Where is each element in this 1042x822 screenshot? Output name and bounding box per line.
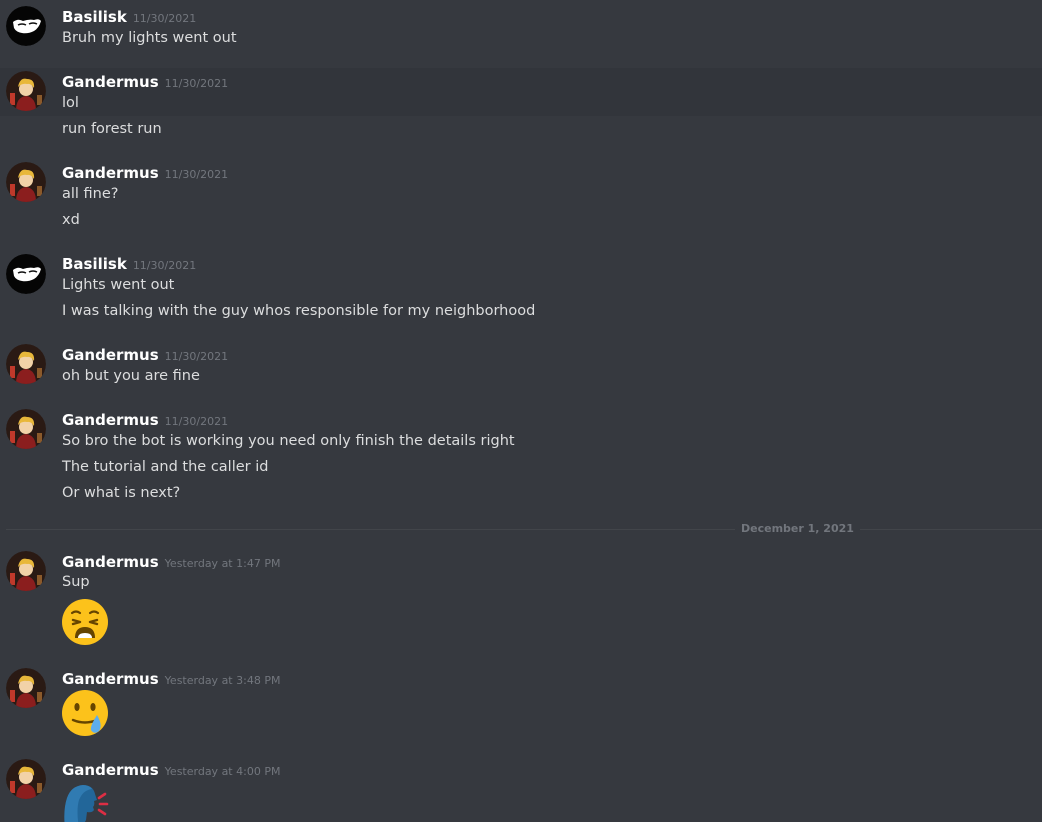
message-group: Gandermus Yesterday at 3:48 PM <box>0 664 1042 744</box>
avatar[interactable] <box>6 551 46 591</box>
avatar[interactable] <box>6 759 46 799</box>
author-name[interactable]: Basilisk <box>62 8 127 26</box>
author-name[interactable]: Gandermus <box>62 553 159 571</box>
message-text: oh but you are fine <box>62 368 200 384</box>
message-group: Gandermus Yesterday at 4:00 PM <box>0 755 1042 822</box>
avatar[interactable] <box>6 409 46 449</box>
date-divider-label: December 1, 2021 <box>735 522 860 536</box>
author-name[interactable]: Basilisk <box>62 255 127 273</box>
message-text: I was talking with the guy whos responsi… <box>62 303 536 319</box>
message-text: Or what is next? <box>62 485 181 501</box>
avatar[interactable] <box>6 6 46 46</box>
author-name[interactable]: Gandermus <box>62 761 159 779</box>
timestamp: 11/30/2021 <box>164 168 229 181</box>
message-text: lol <box>62 95 79 111</box>
message-group: Gandermus 11/30/2021 lol <box>0 68 1042 116</box>
avatar[interactable] <box>6 71 46 111</box>
author-name[interactable]: Gandermus <box>62 164 159 182</box>
avatar[interactable] <box>6 254 46 294</box>
speaking-head-emoji[interactable] <box>61 780 109 822</box>
timestamp: Yesterday at 3:48 PM <box>164 674 281 687</box>
avatar[interactable] <box>6 344 46 384</box>
timestamp: 11/30/2021 <box>164 350 229 363</box>
timestamp: Yesterday at 4:00 PM <box>164 765 281 778</box>
message-text: So bro the bot is working you need only … <box>62 433 515 449</box>
timestamp: 11/30/2021 <box>164 415 229 428</box>
message-group: Gandermus 11/30/2021 oh but you are fine <box>0 340 1042 396</box>
message-text: Bruh my lights went out <box>62 30 237 46</box>
message-group: Gandermus 11/30/2021 So bro the bot is wo… <box>0 405 1042 510</box>
timestamp: 11/30/2021 <box>132 259 197 272</box>
message-group: Gandermus 11/30/2021 all fine? xd <box>0 158 1042 238</box>
face-holding-back-tears-emoji[interactable] <box>61 689 109 737</box>
avatar[interactable] <box>6 162 46 202</box>
timestamp: 11/30/2021 <box>164 77 229 90</box>
message-group: Basilisk 11/30/2021 Lights went out I was… <box>0 249 1042 329</box>
author-name[interactable]: Gandermus <box>62 670 159 688</box>
message-group: Gandermus Yesterday at 1:47 PM Sup <box>0 547 1042 657</box>
message-text: all fine? <box>62 186 119 202</box>
weary-face-emoji[interactable] <box>61 598 109 646</box>
avatar[interactable] <box>6 668 46 708</box>
author-name[interactable]: Gandermus <box>62 411 159 429</box>
timestamp: Yesterday at 1:47 PM <box>164 557 281 570</box>
date-divider <box>6 529 1042 530</box>
message-text: Lights went out <box>62 277 175 293</box>
message-text: run forest run <box>62 121 162 137</box>
author-name[interactable]: Gandermus <box>62 73 159 91</box>
message-text: xd <box>62 212 80 228</box>
author-name[interactable]: Gandermus <box>62 346 159 364</box>
timestamp: 11/30/2021 <box>132 12 197 25</box>
chat-messages: Basilisk 11/30/2021 Bruh my lights went o… <box>0 0 1042 822</box>
message-text: Sup <box>62 574 90 590</box>
message-text: The tutorial and the caller id <box>62 459 269 475</box>
message-group: Basilisk 11/30/2021 Bruh my lights went o… <box>0 0 1042 64</box>
